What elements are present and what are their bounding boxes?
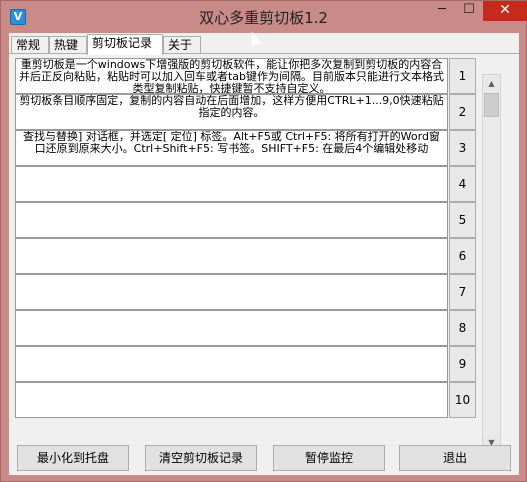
entry-text-3[interactable]: 查找与替换] 对话框，并选定[ 定位] 标签。Alt+F5或 Ctrl+F5: … xyxy=(15,130,448,166)
list-item: 8 xyxy=(15,310,481,347)
pause-monitor-button[interactable]: 暂停监控 xyxy=(273,445,385,471)
paste-button-1[interactable]: 1 xyxy=(449,58,476,94)
entry-text-2[interactable]: 剪切板条目顺序固定，复制的内容自动在后面增加，这样方便用CTRL+1...9,0… xyxy=(15,94,448,130)
list-item: 10 xyxy=(15,382,481,419)
paste-button-8[interactable]: 8 xyxy=(449,310,476,346)
entries-list: 重剪切板是一个windows下增强版的剪切板软件，能让你把多次复制到剪切板的内容… xyxy=(15,56,481,454)
exit-button[interactable]: 退出 xyxy=(399,445,511,471)
app-window: V 双心多重剪切板1.2 ─ ☐ ✕ 常规 热键 剪切板记录 关于 重剪切板是一… xyxy=(0,0,527,482)
entry-text-6[interactable] xyxy=(15,238,448,274)
paste-button-6[interactable]: 6 xyxy=(449,238,476,274)
list-item: 7 xyxy=(15,274,481,311)
list-item: 6 xyxy=(15,238,481,275)
entry-text-8[interactable] xyxy=(15,310,448,346)
tab-clipboard-records[interactable]: 剪切板记录 xyxy=(87,34,163,55)
tab-general[interactable]: 常规 xyxy=(11,36,49,54)
paste-button-4[interactable]: 4 xyxy=(449,166,476,202)
tab-about[interactable]: 关于 xyxy=(163,36,201,54)
list-item: 4 xyxy=(15,166,481,203)
clear-records-button[interactable]: 清空剪切板记录 xyxy=(145,445,257,471)
minimize-button[interactable]: ─ xyxy=(429,1,455,21)
scroll-up-icon[interactable]: ▲ xyxy=(483,75,500,92)
paste-button-3[interactable]: 3 xyxy=(449,130,476,166)
entry-text-5[interactable] xyxy=(15,202,448,238)
entry-text-9[interactable] xyxy=(15,346,448,382)
entry-text-1[interactable]: 重剪切板是一个windows下增强版的剪切板软件，能让你把多次复制到剪切板的内容… xyxy=(15,58,448,94)
entry-text-10[interactable] xyxy=(15,382,448,418)
bottom-button-bar: 最小化到托盘 清空剪切板记录 暂停监控 退出 xyxy=(9,445,519,475)
entry-text-7[interactable] xyxy=(15,274,448,310)
entry-text-4[interactable] xyxy=(15,166,448,202)
paste-button-2[interactable]: 2 xyxy=(449,94,476,130)
close-button[interactable]: ✕ xyxy=(483,1,527,21)
tab-hotkeys[interactable]: 热键 xyxy=(49,36,87,54)
list-item: 重剪切板是一个windows下增强版的剪切板软件，能让你把多次复制到剪切板的内容… xyxy=(15,58,481,95)
scroll-thumb[interactable] xyxy=(484,93,499,117)
minimize-to-tray-button[interactable]: 最小化到托盘 xyxy=(17,445,129,471)
list-item: 查找与替换] 对话框，并选定[ 定位] 标签。Alt+F5或 Ctrl+F5: … xyxy=(15,130,481,167)
paste-button-7[interactable]: 7 xyxy=(449,274,476,310)
clipboard-records-panel: 重剪切板是一个windows下增强版的剪切板软件，能让你把多次复制到剪切板的内容… xyxy=(9,53,519,475)
client-area: 常规 热键 剪切板记录 关于 重剪切板是一个windows下增强版的剪切板软件，… xyxy=(9,33,519,475)
list-item: 5 xyxy=(15,202,481,239)
maximize-button[interactable]: ☐ xyxy=(456,1,482,21)
list-item: 9 xyxy=(15,346,481,383)
paste-button-10[interactable]: 10 xyxy=(449,382,476,418)
paste-button-9[interactable]: 9 xyxy=(449,346,476,382)
title-bar[interactable]: V 双心多重剪切板1.2 ─ ☐ ✕ xyxy=(1,1,527,33)
list-item: 剪切板条目顺序固定，复制的内容自动在后面增加，这样方便用CTRL+1...9,0… xyxy=(15,94,481,131)
vertical-scrollbar[interactable]: ▲ ▼ xyxy=(482,74,501,452)
paste-button-5[interactable]: 5 xyxy=(449,202,476,238)
